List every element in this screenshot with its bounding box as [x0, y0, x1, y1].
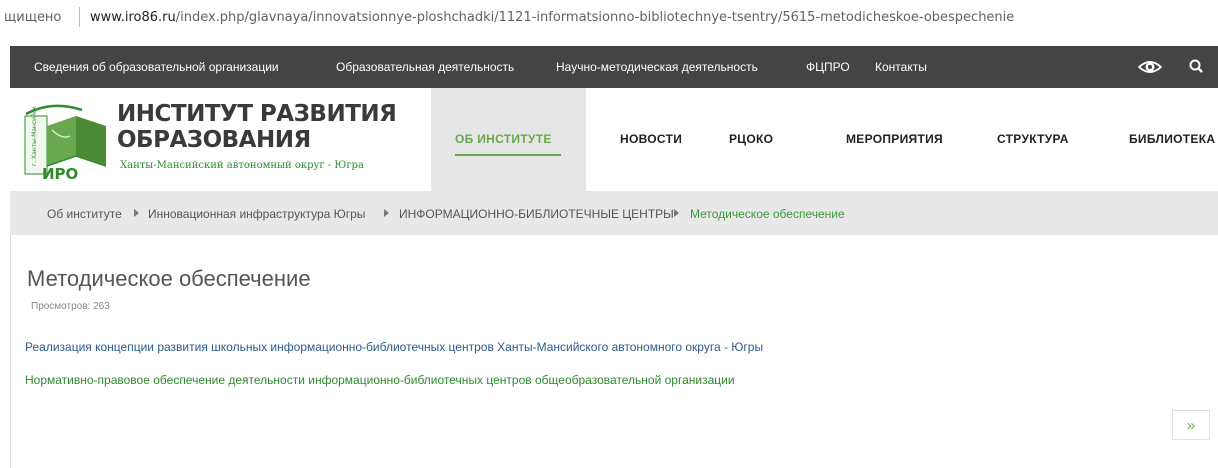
nav-item-rtsoko[interactable]: РЦОКО	[729, 132, 773, 146]
breadcrumb: Об институте Инновационная инфраструктур…	[10, 191, 1218, 235]
logo-side-text: г. Ханты-Мансийск	[31, 106, 38, 166]
search-icon[interactable]	[1188, 58, 1206, 76]
nav-item-library[interactable]: БИБЛИОТЕКА	[1129, 132, 1215, 146]
breadcrumb-arrow-icon	[674, 209, 679, 217]
topnav-item-science[interactable]: Научно-методическая деятельность	[556, 60, 758, 74]
nav-item-news[interactable]: НОВОСТИ	[620, 132, 682, 146]
breadcrumb-item-current: Методическое обеспечение	[690, 207, 845, 221]
breadcrumb-item-about[interactable]: Об институте	[47, 207, 122, 221]
brand-line-2: ОБРАЗОВАНИЯ	[117, 127, 311, 153]
connection-status: щищено	[4, 10, 62, 25]
active-nav-underline	[455, 154, 561, 156]
breadcrumb-arrow-icon	[384, 209, 389, 217]
institute-logo[interactable]: г. Ханты-Мансийск ИРО	[22, 100, 132, 183]
logo-text: ИРО	[42, 165, 78, 180]
views-count: Просмотров: 263	[31, 301, 110, 312]
nav-item-events[interactable]: МЕРОПРИЯТИЯ	[846, 132, 943, 146]
brand-subtitle: Ханты-Мансийский автономный округ - Югра	[120, 160, 364, 171]
browser-address-bar[interactable]: щищено www.iro86.ru/index.php/glavnaya/i…	[0, 0, 1218, 37]
topnav-item-education[interactable]: Образовательная деятельность	[336, 60, 514, 74]
article-link-concept[interactable]: Реализация концепции развития школьных и…	[25, 340, 763, 354]
brand-line-1: ИНСТИТУТ РАЗВИТИЯ	[117, 101, 397, 127]
next-page-button[interactable]: »	[1172, 410, 1210, 440]
page-title: Методическое обеспечение	[27, 266, 311, 291]
nav-item-about[interactable]: ОБ ИНСТИТУТЕ	[455, 132, 552, 146]
breadcrumb-item-library-centers[interactable]: ИНФОРМАЦИОННО-БИБЛИОТЕЧНЫЕ ЦЕНТРЫ	[399, 207, 674, 221]
eye-icon[interactable]	[1137, 56, 1163, 78]
top-navigation: Сведения об образовательной организации …	[10, 46, 1218, 88]
topnav-item-contacts[interactable]: Контакты	[875, 60, 927, 74]
topnav-item-org-info[interactable]: Сведения об образовательной организации	[34, 60, 279, 74]
url-path: /index.php/glavnaya/innovatsionnye-plosh…	[175, 10, 1015, 25]
url-host: www.iro86.ru	[90, 10, 176, 25]
url-text[interactable]: www.iro86.ru/index.php/glavnaya/innovats…	[90, 10, 1014, 25]
site-header: г. Ханты-Мансийск ИРО ИНСТИТУТ РАЗВИТИЯ …	[10, 88, 1218, 191]
topnav-item-fcpro[interactable]: ФЦПРО	[806, 60, 850, 74]
breadcrumb-item-infrastructure[interactable]: Инновационная инфраструктура Югры	[148, 207, 365, 221]
nav-item-structure[interactable]: СТРУКТУРА	[997, 132, 1069, 146]
content-left-border	[10, 235, 11, 468]
address-separator	[79, 7, 80, 27]
article-link-regulatory[interactable]: Нормативно-правовое обеспечение деятельн…	[25, 373, 735, 387]
breadcrumb-arrow-icon	[134, 209, 139, 217]
